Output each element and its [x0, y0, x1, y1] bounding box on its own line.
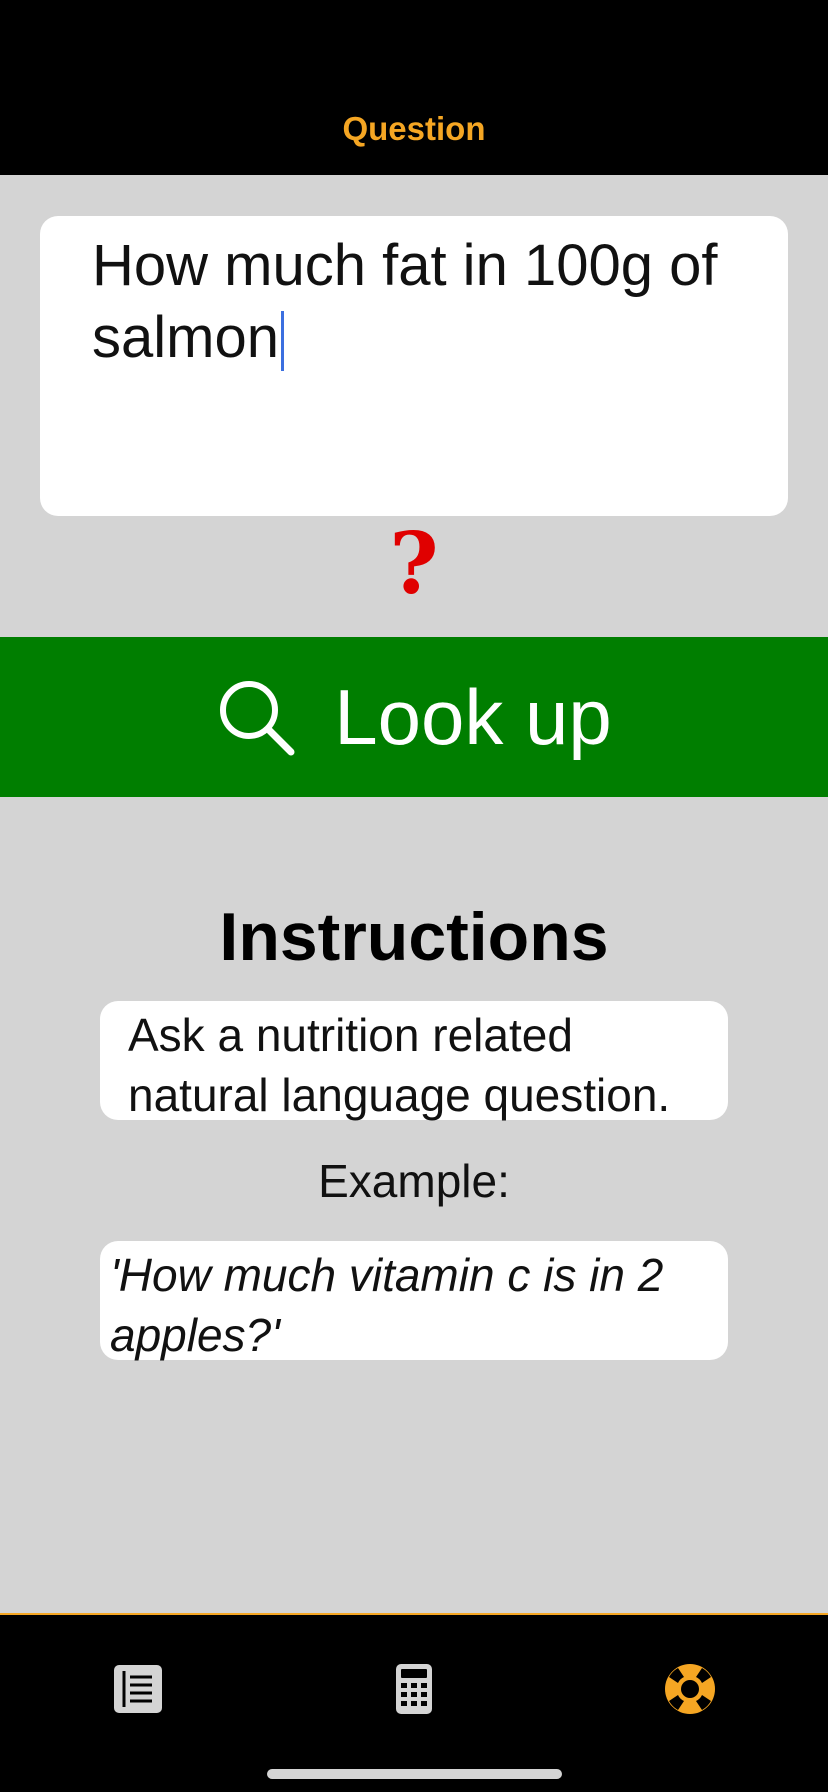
text-caret [280, 311, 284, 371]
lifebuoy-icon [664, 1663, 716, 1720]
tab-bar [0, 1613, 828, 1792]
look-up-label: Look up [334, 672, 612, 761]
question-mark-icon: ? [389, 514, 439, 613]
look-up-button[interactable]: Look up [0, 637, 828, 797]
example-text: 'How much vitamin c is in 2 apples?' [100, 1241, 728, 1361]
tab-help[interactable] [630, 1651, 750, 1731]
instructions-heading: Instructions [219, 899, 609, 975]
instructions-text: Ask a nutrition related natural language… [100, 1001, 728, 1121]
home-indicator[interactable] [267, 1769, 562, 1779]
question-text: How much fat in 100g of salmon [92, 233, 718, 370]
calculator-icon [395, 1663, 433, 1720]
search-icon [216, 677, 296, 757]
example-label: Example: [318, 1155, 510, 1207]
tab-calculator[interactable] [354, 1651, 474, 1731]
tab-log[interactable] [78, 1651, 198, 1731]
screen: Question How much fat in 100g of salmon … [0, 0, 828, 1792]
list-icon [112, 1663, 164, 1720]
page-title: Question [342, 110, 486, 147]
question-input[interactable]: How much fat in 100g of salmon [40, 216, 788, 516]
navigation-bar: Question [0, 0, 828, 175]
